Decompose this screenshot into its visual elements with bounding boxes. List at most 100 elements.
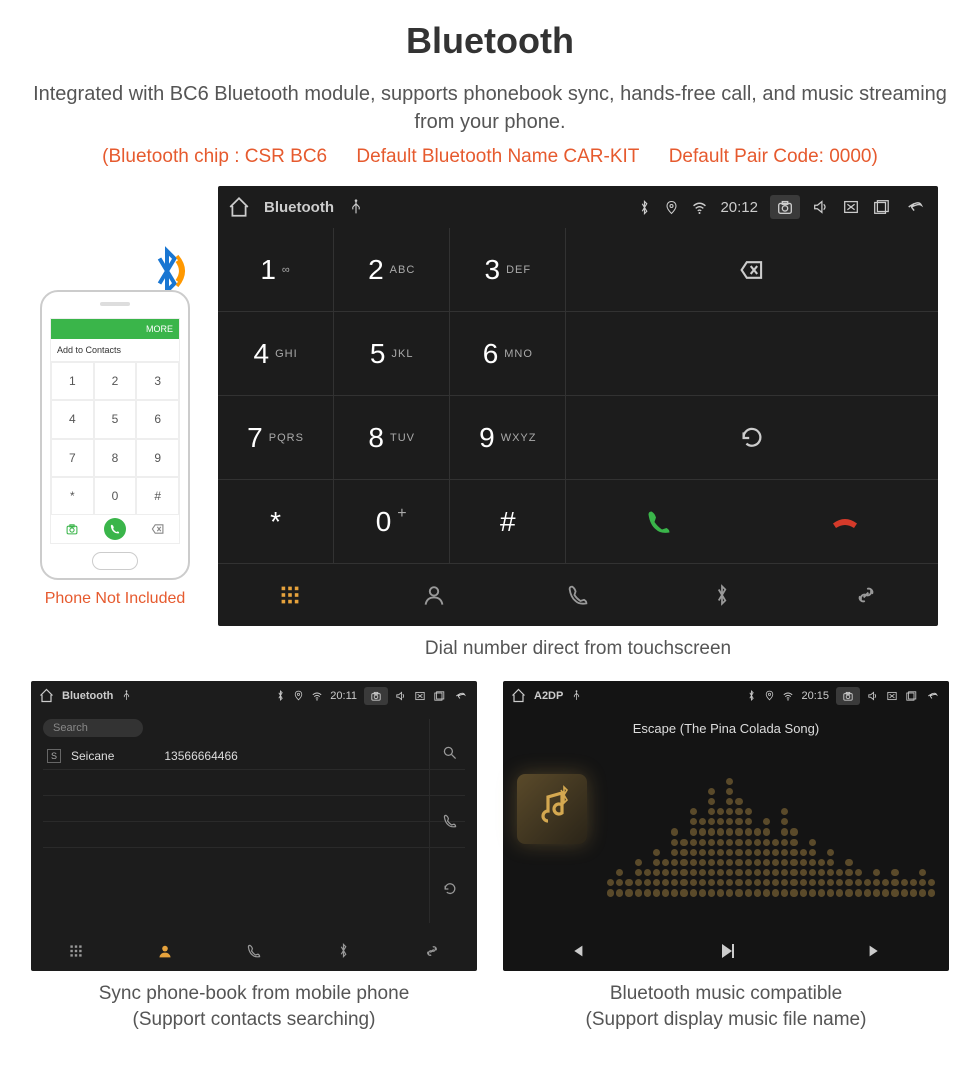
phone-column: MORE Add to Contacts 123456789*0# Phone … [30, 246, 200, 608]
hu-music-caption: Bluetooth music compatible (Support disp… [503, 981, 949, 1034]
volume-icon[interactable] [812, 198, 830, 216]
dial-key-7[interactable]: 7PQRS [218, 396, 334, 480]
music-note-icon [517, 774, 587, 844]
hangup-button[interactable] [752, 480, 938, 564]
info-code: Default Pair Code: 0000) [669, 146, 878, 167]
recent-apps-icon[interactable] [872, 198, 890, 216]
info-line: (Bluetooth chip : CSR BC6 Default Blueto… [30, 146, 950, 168]
contact-row[interactable]: S Seicane 13566664466 [43, 743, 465, 770]
home-icon[interactable] [39, 688, 54, 703]
hu-time: 20:11 [330, 690, 357, 702]
phone-mockup: MORE Add to Contacts 123456789*0# [40, 290, 190, 580]
page-title: Bluetooth [30, 20, 950, 62]
side-refresh-icon[interactable] [430, 881, 469, 897]
nav-contacts[interactable] [120, 931, 209, 971]
recent-apps-icon[interactable] [433, 690, 445, 702]
hu-app-title: Bluetooth [264, 199, 334, 216]
usb-icon [348, 199, 364, 215]
search-input[interactable]: Search [43, 719, 143, 737]
hu-time: 20:15 [801, 690, 829, 702]
close-icon[interactable] [414, 690, 426, 702]
dial-key-3[interactable]: 3DEF [450, 228, 566, 312]
location-icon [293, 690, 304, 701]
usb-icon [571, 690, 582, 701]
close-icon[interactable] [842, 198, 860, 216]
dial-key-4[interactable]: 4GHI [218, 312, 334, 396]
nav-pair[interactable] [794, 564, 938, 626]
contact-badge: S [47, 749, 61, 763]
nav-call-log[interactable] [209, 931, 298, 971]
hu-app-title: Bluetooth [62, 690, 113, 702]
location-icon [664, 200, 679, 215]
hu-music-column: A2DP 20:15 Escape (The Pina Colada Song) [503, 681, 949, 1034]
hu-bottom-nav [218, 564, 938, 626]
contact-row-empty [43, 770, 465, 796]
phone-key: 9 [136, 439, 179, 477]
back-icon[interactable] [924, 690, 941, 702]
home-icon[interactable] [228, 196, 250, 218]
hu-dialer-caption: Dial number direct from touchscreen [218, 636, 938, 663]
bluetooth-signal-icon [142, 246, 192, 296]
phone-key: 3 [136, 362, 179, 400]
phone-key: 0 [94, 477, 137, 515]
redial-button[interactable] [566, 396, 938, 480]
recent-apps-icon[interactable] [905, 690, 917, 702]
play-pause-button[interactable] [652, 931, 801, 971]
wifi-icon [691, 199, 708, 216]
nav-pair[interactable] [388, 931, 477, 971]
phone-key: 8 [94, 439, 137, 477]
backspace-button[interactable] [566, 228, 938, 312]
dial-key-2[interactable]: 2ABC [334, 228, 450, 312]
contact-row-empty [43, 848, 465, 874]
volume-icon[interactable] [867, 690, 879, 702]
nav-dialpad[interactable] [31, 931, 120, 971]
contact-row-empty [43, 822, 465, 848]
dial-key-#[interactable]: # [450, 480, 566, 564]
dial-key-8[interactable]: 8TUV [334, 396, 450, 480]
phone-key: # [136, 477, 179, 515]
phone-call-button [104, 518, 126, 540]
nav-bluetooth[interactable] [650, 564, 794, 626]
close-icon[interactable] [886, 690, 898, 702]
home-icon[interactable] [511, 688, 526, 703]
phone-caption: Phone Not Included [45, 590, 186, 608]
nav-bluetooth[interactable] [299, 931, 388, 971]
dial-key-5[interactable]: 5JKL [334, 312, 450, 396]
hu-time: 20:12 [720, 199, 758, 216]
dial-key-0[interactable]: 0+ [334, 480, 450, 564]
hu-status-bar: A2DP 20:15 [503, 681, 949, 711]
location-icon [764, 690, 775, 701]
dial-key-6[interactable]: 6MNO [450, 312, 566, 396]
nav-call-log[interactable] [506, 564, 650, 626]
song-title: Escape (The Pina Colada Song) [633, 721, 819, 736]
dial-key-*[interactable]: * [218, 480, 334, 564]
hu-contacts-screen: Bluetooth 20:11 Search [31, 681, 477, 971]
hu-dialer-column: Bluetooth 20:12 1∞2ABC3DEF 4GHI5JKL6MNO 7P… [218, 186, 938, 663]
hu-contacts-caption: Sync phone-book from mobile phone (Suppo… [31, 981, 477, 1034]
bluetooth-icon [275, 690, 286, 701]
call-button[interactable] [566, 480, 752, 564]
hu-status-bar: Bluetooth 20:11 [31, 681, 477, 711]
prev-track-button[interactable] [503, 931, 652, 971]
side-search-icon[interactable] [430, 745, 469, 761]
hu-music-screen: A2DP 20:15 Escape (The Pina Colada Song) [503, 681, 949, 971]
hu-dialer-screen: Bluetooth 20:12 1∞2ABC3DEF 4GHI5JKL6MNO 7P… [218, 186, 938, 626]
camera-icon[interactable] [370, 690, 382, 702]
camera-icon[interactable] [776, 198, 794, 216]
next-track-button[interactable] [800, 931, 949, 971]
dial-key-1[interactable]: 1∞ [218, 228, 334, 312]
nav-contacts[interactable] [362, 564, 506, 626]
dial-key-9[interactable]: 9WXYZ [450, 396, 566, 480]
phone-key: 2 [94, 362, 137, 400]
back-icon[interactable] [902, 198, 928, 216]
side-call-icon[interactable] [430, 813, 469, 829]
wifi-icon [782, 690, 794, 702]
camera-icon[interactable] [842, 690, 854, 702]
volume-icon[interactable] [395, 690, 407, 702]
empty-cell [566, 312, 938, 396]
nav-dialpad[interactable] [218, 564, 362, 626]
hu-contacts-column: Bluetooth 20:11 Search [31, 681, 477, 1034]
hu-bottom-nav [31, 931, 477, 971]
back-icon[interactable] [452, 690, 469, 702]
phone-key: 4 [51, 400, 94, 438]
